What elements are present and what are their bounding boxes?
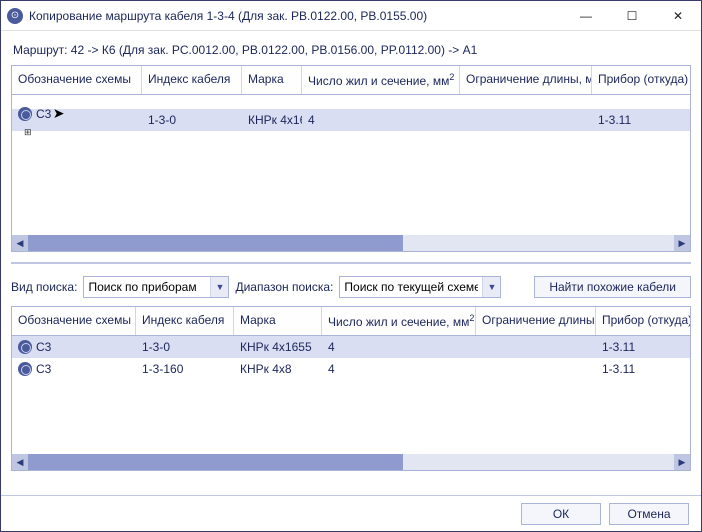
cell-limit [476, 367, 596, 371]
cable-icon [18, 340, 32, 354]
source-grid-body: С3 ➤ ⊞ 1-3-0 КНРк 4х1655 4 1-3.11 [12, 95, 690, 235]
cell-scheme: С3 [12, 360, 136, 378]
cell-index: 1-3-0 [142, 111, 242, 129]
close-button[interactable]: ✕ [655, 1, 701, 31]
search-row: Вид поиска: ▼ Диапазон поиска: ▼ Найти п… [11, 276, 691, 298]
cell-device: 1-3.11 [592, 111, 690, 129]
col-device[interactable]: Прибор (откуда) [596, 307, 690, 335]
results-grid: Обозначение схемы Индекс кабеля Марка Чи… [11, 306, 691, 471]
col-limit[interactable]: Ограничение длины, м [460, 66, 592, 94]
col-cores[interactable]: Число жил и сечение, мм2 [302, 66, 460, 94]
scroll-track[interactable] [28, 235, 674, 251]
scroll-right-icon[interactable]: ▶ [674, 454, 690, 470]
col-scheme[interactable]: Обозначение схемы [12, 66, 142, 94]
maximize-button[interactable]: ☐ [609, 1, 655, 31]
titlebar: ⊙ Копирование маршрута кабеля 1-3-4 (Для… [1, 1, 701, 31]
search-type-label: Вид поиска: [11, 280, 77, 294]
cell-brand: КНРк 4х1655 [242, 111, 302, 129]
cell-device: 1-3.11 [596, 338, 690, 356]
results-scrollbar-h[interactable]: ◀ ▶ [12, 454, 690, 470]
footer: ОК Отмена [1, 495, 701, 531]
cell-index: 1-3-0 [136, 338, 234, 356]
search-type-combo[interactable]: ▼ [83, 276, 229, 298]
col-brand[interactable]: Марка [242, 66, 302, 94]
minimize-button[interactable]: ― [563, 1, 609, 31]
plus-icon: ⊞ [24, 127, 32, 137]
cell-limit [476, 345, 596, 349]
col-cores[interactable]: Число жил и сечение, мм2 [322, 307, 476, 335]
cell-brand: КНРк 4х1655 [234, 338, 322, 356]
route-label: Маршрут: 42 -> К6 (Для зак. PC.0012.00, … [13, 43, 689, 57]
cursor-icon: ➤ [53, 105, 65, 121]
search-range-combo[interactable]: ▼ [339, 276, 501, 298]
cell-cores: 4 [322, 360, 476, 378]
cell-scheme: С3 ➤ ⊞ [12, 103, 142, 138]
cancel-button[interactable]: Отмена [609, 503, 689, 525]
scroll-left-icon[interactable]: ◀ [12, 454, 28, 470]
chevron-down-icon[interactable]: ▼ [210, 277, 228, 297]
app-icon: ⊙ [7, 8, 23, 24]
find-similar-button[interactable]: Найти похожие кабели [534, 276, 691, 298]
cell-index: 1-3-160 [136, 360, 234, 378]
search-type-input[interactable] [84, 277, 210, 297]
table-row[interactable]: С3 ➤ ⊞ 1-3-0 КНРк 4х1655 4 1-3.11 [12, 109, 690, 131]
col-limit[interactable]: Ограничение длины [476, 307, 596, 335]
cell-cores: 4 [322, 338, 476, 356]
scroll-right-icon[interactable]: ▶ [674, 235, 690, 251]
col-device[interactable]: Прибор (откуда) [592, 66, 690, 94]
window-title: Копирование маршрута кабеля 1-3-4 (Для з… [29, 9, 563, 23]
scroll-track[interactable] [28, 454, 674, 470]
cell-limit [460, 118, 592, 122]
results-grid-header: Обозначение схемы Индекс кабеля Марка Чи… [12, 307, 690, 336]
search-range-input[interactable] [340, 277, 482, 297]
scroll-left-icon[interactable]: ◀ [12, 235, 28, 251]
separator [11, 262, 691, 266]
cable-icon [18, 362, 32, 376]
results-grid-body: С3 1-3-0 КНРк 4х1655 4 1-3.11 С3 1-3-160… [12, 336, 690, 454]
search-range-label: Диапазон поиска: [235, 280, 333, 294]
table-row[interactable]: С3 1-3-0 КНРк 4х1655 4 1-3.11 [12, 336, 690, 358]
cell-scheme: С3 [12, 338, 136, 356]
col-index[interactable]: Индекс кабеля [136, 307, 234, 335]
cell-device: 1-3.11 [596, 360, 690, 378]
table-row[interactable]: С3 1-3-160 КНРк 4х8 4 1-3.11 [12, 358, 690, 380]
cable-icon [18, 107, 32, 121]
cell-brand: КНРк 4х8 [234, 360, 322, 378]
chevron-down-icon[interactable]: ▼ [482, 277, 500, 297]
source-grid-header: Обозначение схемы Индекс кабеля Марка Чи… [12, 66, 690, 95]
col-brand[interactable]: Марка [234, 307, 322, 335]
col-scheme[interactable]: Обозначение схемы [12, 307, 136, 335]
cell-cores: 4 [302, 111, 460, 129]
col-index[interactable]: Индекс кабеля [142, 66, 242, 94]
source-scrollbar-h[interactable]: ◀ ▶ [12, 235, 690, 251]
ok-button[interactable]: ОК [521, 503, 601, 525]
source-grid: Обозначение схемы Индекс кабеля Марка Чи… [11, 65, 691, 252]
content-area: Маршрут: 42 -> К6 (Для зак. PC.0012.00, … [1, 31, 701, 479]
